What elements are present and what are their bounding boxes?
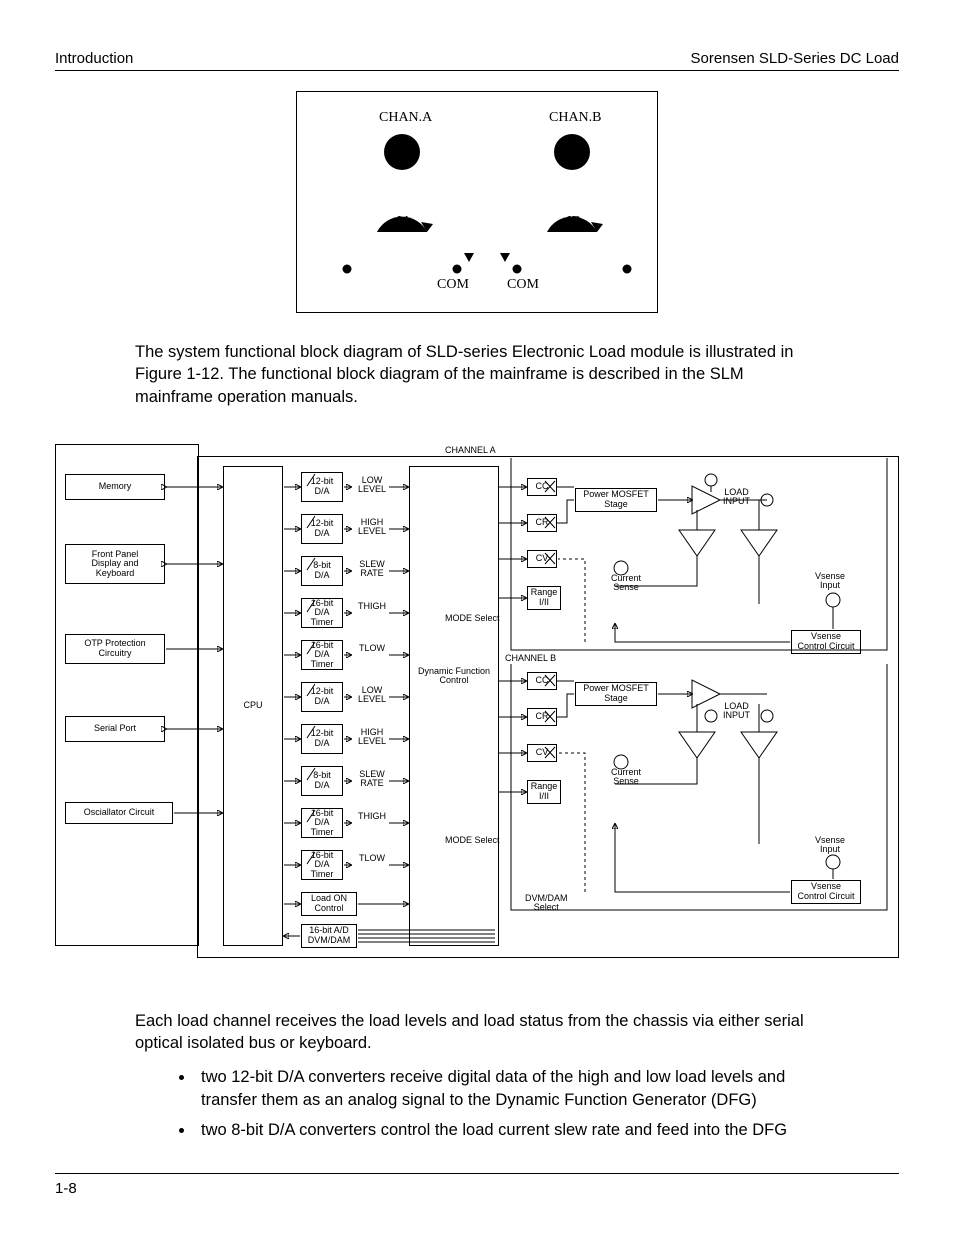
document-page: Introduction Sorensen SLD-Series DC Load bbox=[0, 0, 954, 1235]
paragraph-1: The system functional block diagram of S… bbox=[135, 341, 819, 408]
fig1-com-r: COM bbox=[507, 277, 539, 293]
page-footer: 1-8 bbox=[55, 1173, 899, 1197]
page-header: Introduction Sorensen SLD-Series DC Load bbox=[55, 50, 899, 71]
fig1-com-l: COM bbox=[437, 277, 469, 293]
fig1-chan-a: CHAN.A bbox=[379, 110, 432, 126]
header-right: Sorensen SLD-Series DC Load bbox=[691, 50, 899, 67]
figure-channel-diagram: CHAN.A CHAN.B IA IB COM COM bbox=[296, 91, 658, 313]
header-left: Introduction bbox=[55, 50, 133, 67]
page-number: 1-8 bbox=[55, 1180, 77, 1197]
fig1-ia: IA bbox=[397, 214, 412, 230]
paragraph-2: Each load channel receives the load leve… bbox=[135, 1010, 819, 1055]
fig1-ib: IB bbox=[567, 214, 581, 230]
bullet-1: two 12-bit D/A converters receive digita… bbox=[195, 1066, 819, 1111]
fig1-chan-b: CHAN.B bbox=[549, 110, 602, 126]
figure-block-diagram: Memory Front Panel Display and Keyboard … bbox=[55, 444, 899, 974]
bullet-2: two 8-bit D/A converters control the loa… bbox=[195, 1119, 819, 1141]
bullet-list: two 12-bit D/A converters receive digita… bbox=[175, 1066, 819, 1141]
